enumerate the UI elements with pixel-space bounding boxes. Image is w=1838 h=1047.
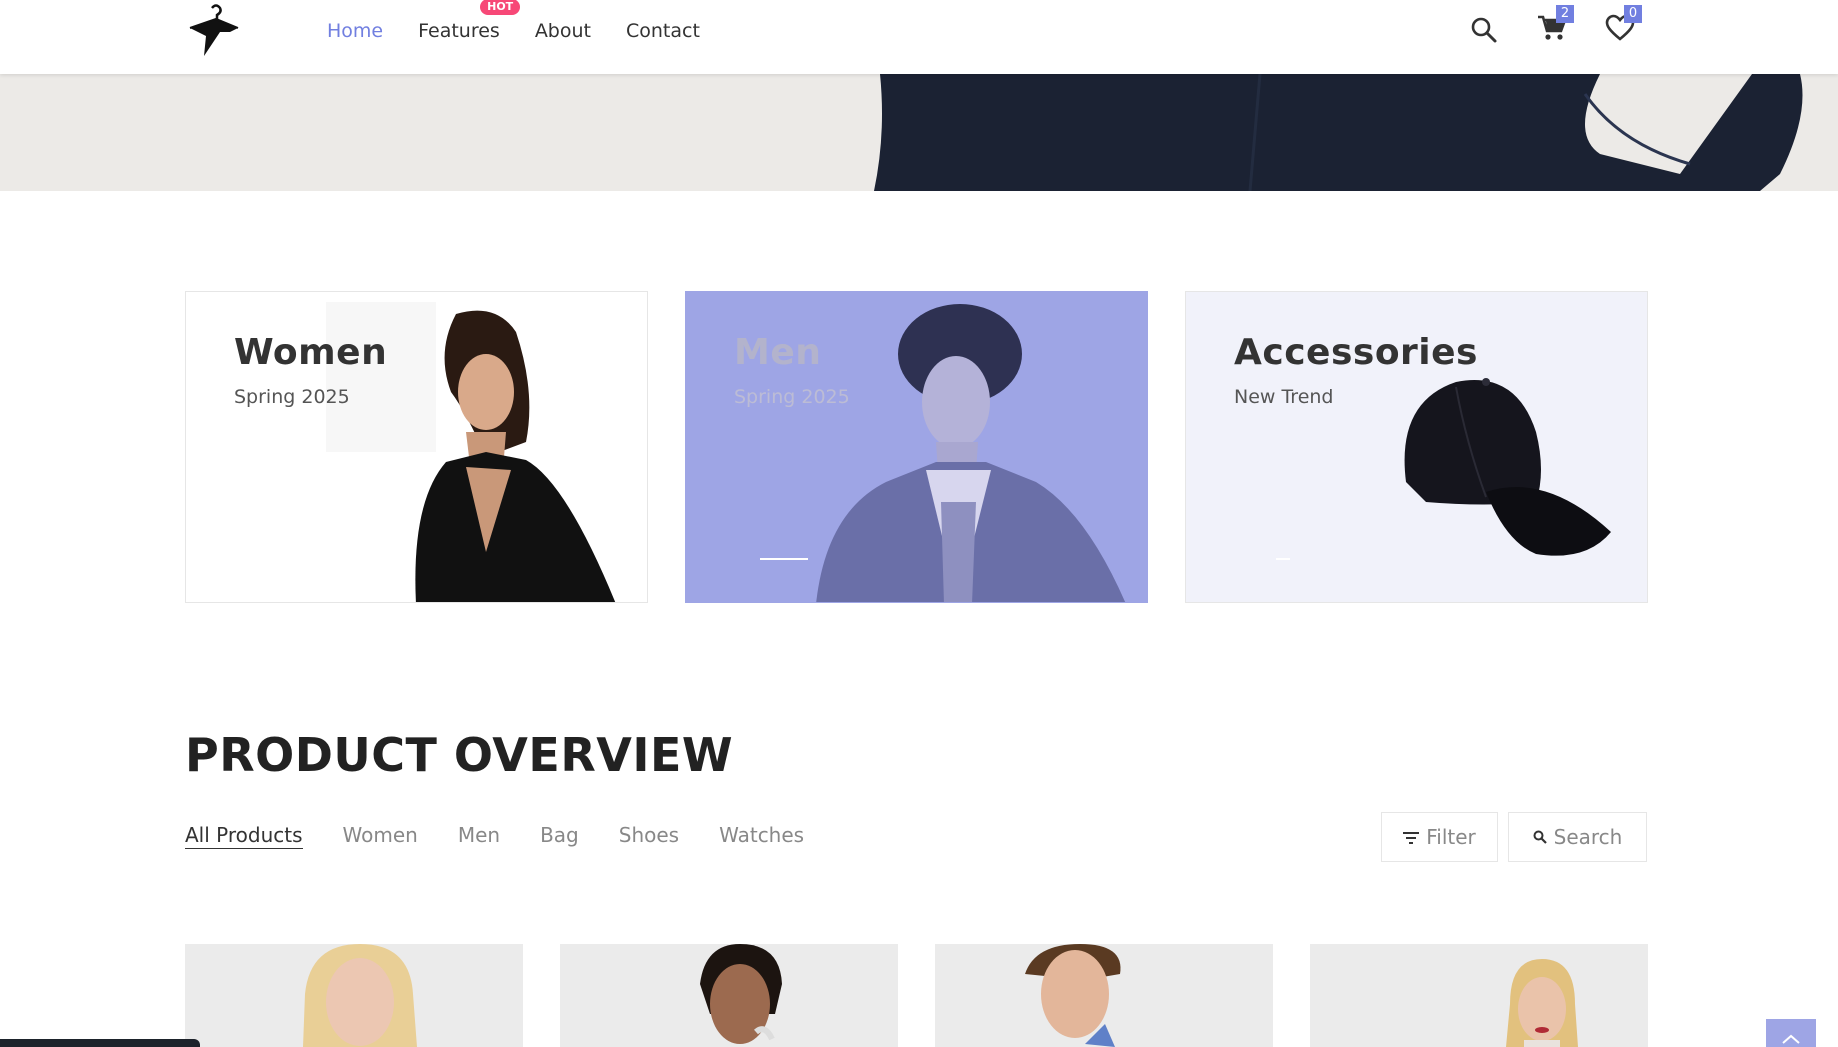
hero-image bbox=[874, 74, 1803, 191]
brand-logo[interactable] bbox=[186, 2, 242, 60]
product-card[interactable] bbox=[560, 944, 898, 1047]
section-title: PRODUCT OVERVIEW bbox=[185, 728, 734, 782]
bottom-bar bbox=[0, 1039, 200, 1047]
filter-bag[interactable]: Bag bbox=[540, 822, 579, 849]
header-icons: 2 0 bbox=[1464, 5, 1668, 50]
product-card[interactable] bbox=[185, 944, 523, 1047]
filter-women[interactable]: Women bbox=[343, 822, 418, 849]
filter-watches[interactable]: Watches bbox=[719, 822, 804, 849]
filter-all-products[interactable]: All Products bbox=[185, 822, 303, 849]
main-nav: Home Features HOT About Contact bbox=[327, 0, 735, 46]
category-filters: All Products Women Men Bag Shoes Watches bbox=[185, 822, 844, 849]
banner-subtitle: New Trend bbox=[1234, 386, 1334, 408]
chevron-up-icon bbox=[1782, 1029, 1800, 1047]
back-to-top-button[interactable] bbox=[1766, 1019, 1816, 1047]
site-header: Home Features HOT About Contact 2 0 bbox=[0, 0, 1838, 74]
banner-women[interactable]: Women Spring 2025 bbox=[185, 291, 648, 603]
nav-contact[interactable]: Contact bbox=[626, 16, 700, 46]
hot-badge: HOT bbox=[480, 0, 521, 15]
search-icon bbox=[1533, 825, 1554, 849]
product-image bbox=[700, 944, 782, 1044]
banner-title: Men bbox=[734, 332, 822, 373]
hero-slider bbox=[0, 74, 1838, 191]
banner-underline bbox=[760, 558, 808, 560]
wishlist-count-badge: 0 bbox=[1624, 5, 1642, 23]
product-image bbox=[1025, 944, 1121, 1047]
banner-men[interactable]: Men Spring 2025 bbox=[685, 291, 1148, 603]
product-card[interactable] bbox=[935, 944, 1273, 1047]
nav-features[interactable]: Features HOT bbox=[418, 0, 521, 46]
search-button-label: Search bbox=[1553, 825, 1623, 849]
filter-icon bbox=[1403, 825, 1426, 849]
banner-underline bbox=[1276, 558, 1290, 560]
nav-features-label: Features bbox=[418, 20, 500, 42]
filter-button-label: Filter bbox=[1426, 825, 1476, 849]
cart-count-badge: 2 bbox=[1556, 5, 1574, 23]
search-icon[interactable] bbox=[1464, 10, 1504, 50]
filter-button[interactable]: Filter bbox=[1381, 812, 1498, 862]
wishlist-button[interactable]: 0 bbox=[1600, 5, 1642, 50]
product-image bbox=[1506, 959, 1578, 1047]
nav-about[interactable]: About bbox=[535, 16, 591, 46]
banner-subtitle: Spring 2025 bbox=[234, 386, 350, 408]
banner-title: Women bbox=[234, 332, 388, 373]
filter-men[interactable]: Men bbox=[458, 822, 500, 849]
filter-shoes[interactable]: Shoes bbox=[619, 822, 679, 849]
banner-title: Accessories bbox=[1234, 332, 1478, 373]
banner-subtitle: Spring 2025 bbox=[734, 386, 850, 408]
banner-accessories[interactable]: Accessories New Trend bbox=[1185, 291, 1648, 603]
product-card[interactable] bbox=[1310, 944, 1648, 1047]
cart-button[interactable]: 2 bbox=[1532, 5, 1574, 50]
product-image bbox=[303, 944, 417, 1047]
nav-home[interactable]: Home bbox=[327, 16, 383, 46]
search-button[interactable]: Search bbox=[1508, 812, 1647, 862]
